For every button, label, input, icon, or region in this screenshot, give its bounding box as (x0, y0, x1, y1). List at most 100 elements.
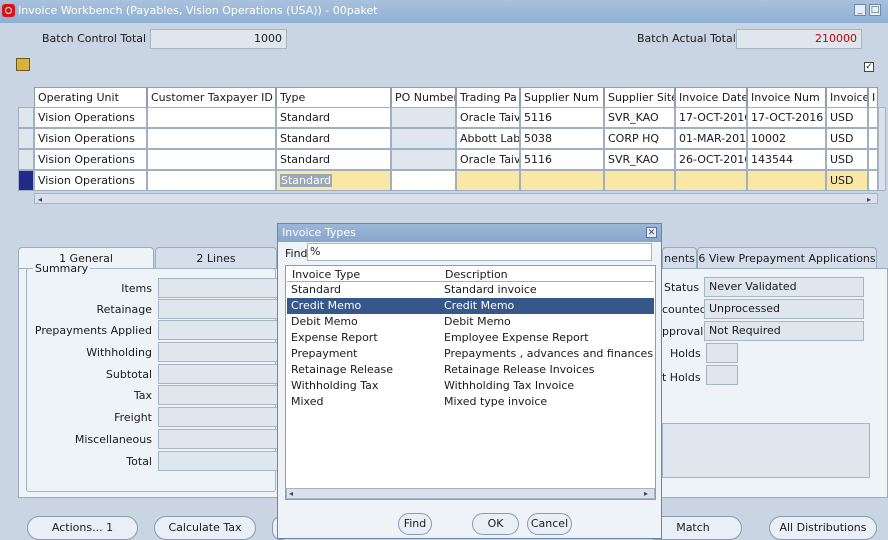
list-item-selected[interactable]: Credit Memo Credit Memo (287, 298, 654, 314)
column-header-po-number[interactable]: PO Number (391, 87, 456, 108)
tax-field[interactable] (158, 385, 278, 405)
freight-field[interactable] (158, 407, 278, 427)
cell-invoice-date[interactable]: 17-OCT-2016 (675, 107, 747, 128)
list-item[interactable]: Expense Report Employee Expense Report (287, 330, 654, 346)
scroll-right-icon[interactable]: ▸ (867, 195, 871, 204)
cell-invoice-num[interactable] (747, 170, 826, 191)
cell-type[interactable]: Standard (276, 128, 391, 149)
cell-trading-partner[interactable]: Abbott Lab (456, 128, 520, 149)
calculate-tax-button[interactable]: Calculate Tax (154, 516, 256, 540)
cell-invoice-date[interactable]: 26-OCT-2016 (675, 149, 747, 170)
cancel-button[interactable]: Cancel (527, 513, 572, 535)
cell-supplier-site[interactable]: CORP HQ (604, 128, 675, 149)
find-input[interactable]: % (307, 243, 652, 261)
cell-more[interactable] (868, 107, 878, 128)
cell-supplier-num[interactable]: 5038 (520, 128, 604, 149)
cell-po-number[interactable] (391, 107, 456, 128)
cell-customer-taxpayer-id[interactable] (147, 107, 276, 128)
folder-icon[interactable] (16, 58, 30, 71)
column-header-operating-unit[interactable]: Operating Unit (34, 87, 147, 108)
cell-invoice-date[interactable] (675, 170, 747, 191)
cell-more[interactable] (868, 128, 878, 149)
all-distributions-button[interactable]: All Distributions (769, 516, 877, 540)
accounted-field[interactable]: Unprocessed (704, 299, 864, 319)
list-item[interactable]: Withholding Tax Withholding Tax Invoice (287, 378, 654, 394)
grid-horizontal-scrollbar[interactable]: ◂ ▸ (34, 193, 878, 204)
tab-view-prepayment-applications[interactable]: 6 View Prepayment Applications (697, 247, 877, 269)
column-header-invoice-type[interactable]: Invoice Type (292, 268, 360, 281)
list-horizontal-scrollbar[interactable]: ◂ ▸ (286, 488, 655, 499)
cell-more[interactable] (868, 170, 878, 191)
row-selector[interactable] (18, 149, 34, 170)
column-header-description[interactable]: Description (445, 268, 508, 281)
cell-customer-taxpayer-id[interactable] (147, 149, 276, 170)
cell-more[interactable] (868, 149, 878, 170)
approval-field[interactable]: Not Required (704, 321, 864, 341)
grid-checkbox[interactable]: ✓ (864, 62, 874, 72)
cell-operating-unit[interactable]: Vision Operations (34, 170, 147, 191)
column-header-trading-partner[interactable]: Trading Pa (456, 87, 520, 108)
column-header-invoice-num[interactable]: Invoice Num (747, 87, 826, 108)
cell-po-number[interactable] (391, 149, 456, 170)
cell-type[interactable]: Standard (276, 149, 391, 170)
column-header-supplier-num[interactable]: Supplier Num (520, 87, 604, 108)
row-selector[interactable] (18, 107, 34, 128)
miscellaneous-field[interactable] (158, 429, 278, 449)
maximize-icon[interactable]: □ (869, 4, 881, 16)
ok-button[interactable]: OK (472, 513, 519, 535)
batch-control-total-field[interactable]: 1000 (150, 29, 287, 49)
batch-actual-total-field[interactable]: 210000 (736, 29, 862, 49)
scroll-left-icon[interactable]: ◂ (289, 489, 293, 498)
list-item[interactable]: Mixed Mixed type invoice (287, 394, 654, 410)
tab-payments[interactable]: nents (662, 247, 697, 269)
scroll-right-icon[interactable]: ▸ (644, 489, 648, 498)
cell-invoice-num[interactable]: 10002 (747, 128, 826, 149)
cell-invoice-currency[interactable]: USD (826, 107, 868, 128)
cell-invoice-num[interactable]: 143544 (747, 149, 826, 170)
retainage-field[interactable] (158, 299, 278, 319)
cell-customer-taxpayer-id[interactable] (147, 170, 276, 191)
cell-invoice-currency[interactable]: USD (826, 170, 868, 191)
cell-operating-unit[interactable]: Vision Operations (34, 128, 147, 149)
list-item[interactable]: Retainage Release Retainage Release Invo… (287, 362, 654, 378)
minimize-icon[interactable]: _ (854, 4, 866, 16)
cell-customer-taxpayer-id[interactable] (147, 128, 276, 149)
cell-trading-partner[interactable]: Oracle Taiv (456, 149, 520, 170)
cell-invoice-currency[interactable]: USD (826, 149, 868, 170)
column-header-supplier-site[interactable]: Supplier Site (604, 87, 675, 108)
grid-vertical-scrollbar[interactable] (878, 107, 886, 191)
list-item[interactable]: Standard Standard invoice (287, 282, 654, 298)
release-holds-field[interactable] (706, 365, 738, 385)
cell-supplier-site[interactable]: SVR_KAO (604, 107, 675, 128)
cell-trading-partner[interactable]: Oracle Taiv (456, 107, 520, 128)
cell-invoice-currency[interactable]: USD (826, 128, 868, 149)
cell-supplier-num[interactable]: 5116 (520, 107, 604, 128)
total-field[interactable] (158, 451, 278, 471)
actions-button[interactable]: Actions... 1 (27, 516, 138, 540)
scroll-left-icon[interactable]: ◂ (38, 195, 42, 204)
cell-invoice-num[interactable]: 17-OCT-2016 (747, 107, 826, 128)
cell-trading-partner[interactable] (456, 170, 520, 191)
items-field[interactable] (158, 278, 278, 298)
cell-type-active[interactable]: Standard (276, 170, 391, 191)
cell-operating-unit[interactable]: Vision Operations (34, 149, 147, 170)
status-field[interactable]: Never Validated (704, 277, 864, 297)
cell-supplier-site[interactable]: SVR_KAO (604, 149, 675, 170)
column-header-invoice-currency[interactable]: Invoice (826, 87, 868, 108)
cell-supplier-num[interactable] (520, 170, 604, 191)
column-header-invoice-date[interactable]: Invoice Date (675, 87, 747, 108)
cell-invoice-date[interactable]: 01-MAR-201 (675, 128, 747, 149)
column-header-customer-taxpayer-id[interactable]: Customer Taxpayer ID (147, 87, 276, 108)
description-box[interactable] (662, 423, 870, 478)
list-item[interactable]: Debit Memo Debit Memo (287, 314, 654, 330)
withholding-field[interactable] (158, 342, 278, 362)
prepayments-applied-field[interactable] (158, 320, 278, 340)
tab-lines[interactable]: 2 Lines (155, 247, 277, 269)
cell-po-number[interactable] (391, 170, 456, 191)
column-header-more[interactable]: I (868, 87, 878, 108)
holds-field[interactable] (706, 343, 738, 363)
cell-type[interactable]: Standard (276, 107, 391, 128)
column-header-type[interactable]: Type (276, 87, 391, 108)
row-selector-current[interactable] (18, 170, 34, 191)
cell-supplier-num[interactable]: 5116 (520, 149, 604, 170)
